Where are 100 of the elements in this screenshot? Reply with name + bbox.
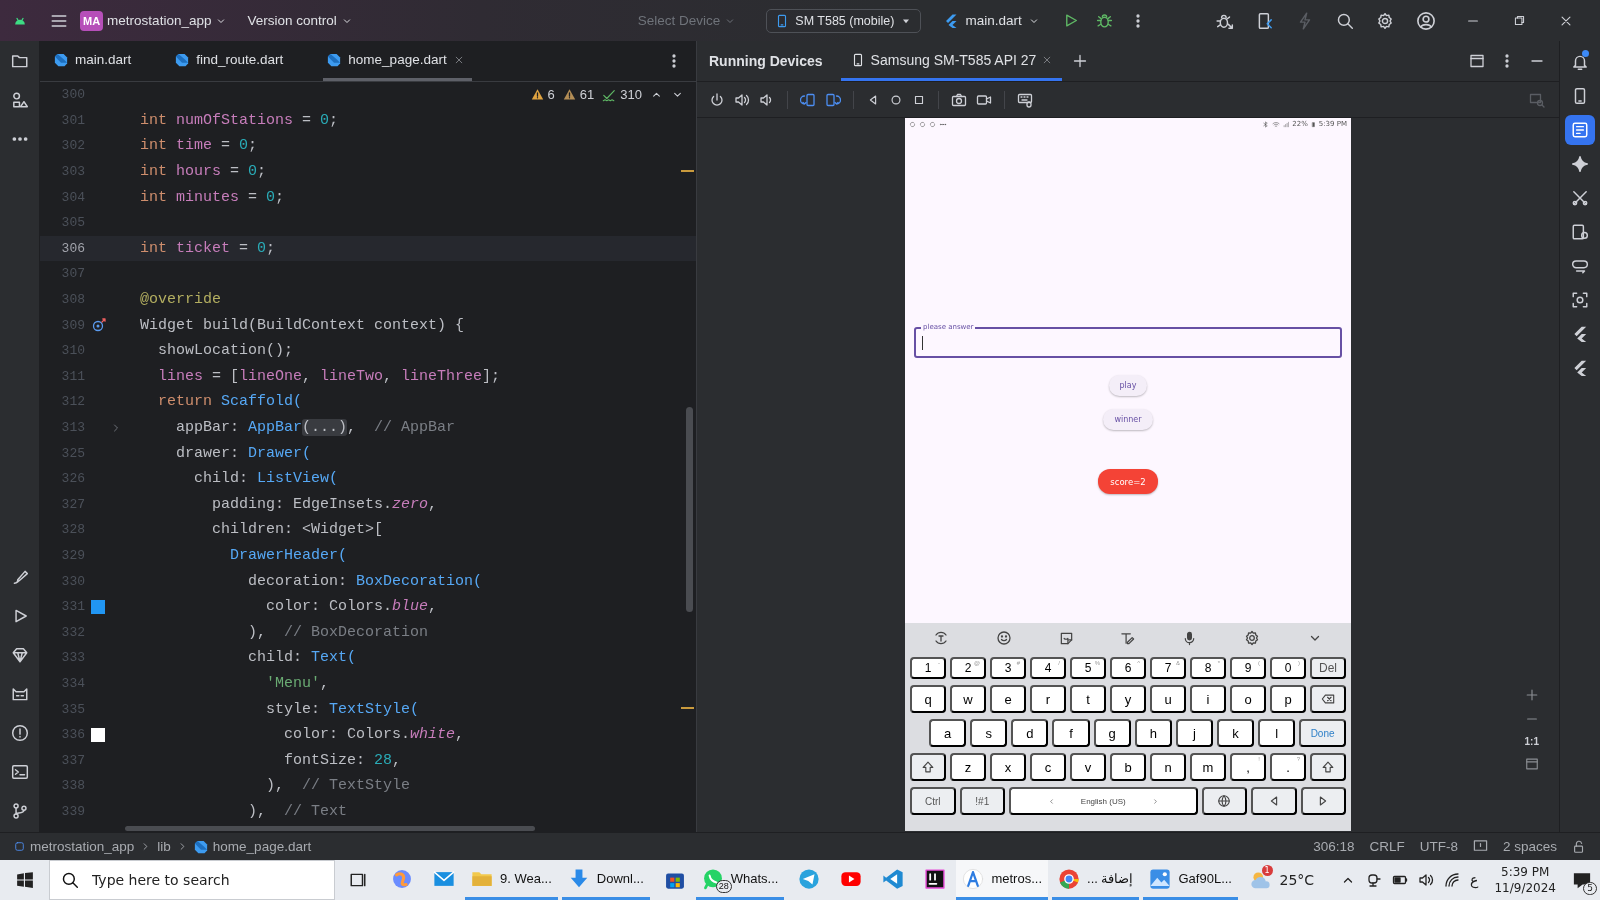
keyboard-key[interactable]: Ctrl <box>910 787 956 815</box>
wifi-icon[interactable] <box>1444 872 1461 888</box>
keyboard-key[interactable]: 4 $^{/}$ <box>1030 657 1066 679</box>
keyboard-key[interactable]: 8 $^{*}$ <box>1190 657 1226 679</box>
scrollbar-thumb[interactable] <box>686 407 693 612</box>
breadcrumb[interactable]: metrostation_app <box>30 839 135 854</box>
keyboard-key[interactable]: o <box>1230 685 1266 713</box>
search-field[interactable]: Type here to search <box>49 860 335 900</box>
account-icon[interactable] <box>1415 10 1436 31</box>
settings-icon[interactable] <box>1243 630 1260 646</box>
file-encoding[interactable]: UTF-8 <box>1419 839 1458 854</box>
keyboard-key[interactable]: x <box>990 753 1026 781</box>
speaker-icon[interactable] <box>1418 872 1435 888</box>
keyboard-key[interactable]: !#1 <box>959 787 1005 815</box>
keyboard-key[interactable] <box>1310 753 1346 781</box>
device-tab[interactable]: Samsung SM-T585 API 27 <box>840 41 1063 81</box>
folder-icon[interactable] <box>10 52 29 70</box>
keyboard-key[interactable]: Done <box>1299 719 1346 747</box>
keyboard-key[interactable]: 5 $^{%}$ <box>1070 657 1106 679</box>
keyboard-key[interactable] <box>1201 787 1248 815</box>
task-view-icon[interactable] <box>349 871 367 889</box>
webcam-icon[interactable] <box>1366 872 1383 888</box>
scrollbar-thumb[interactable] <box>125 826 535 831</box>
restore-icon[interactable] <box>1512 14 1526 27</box>
keyboard-key[interactable]: n <box>1150 753 1186 781</box>
keyboard-key[interactable]: 6 $^{^}$ <box>1110 657 1146 679</box>
app-button[interactable]: play <box>1108 375 1148 396</box>
keyboard-key[interactable]: . $^{?}$ <box>1270 753 1306 781</box>
device-dropdown[interactable]: SM T585 (mobile) <box>766 8 922 33</box>
space-key[interactable]: English (US) <box>1009 787 1198 815</box>
emoji-icon[interactable] <box>996 630 1013 646</box>
keyboard-icon[interactable] <box>1017 91 1033 108</box>
bug-icon[interactable] <box>1095 12 1113 29</box>
taskbar-button[interactable]: metros... <box>956 860 1049 900</box>
typo-count[interactable]: 310 <box>620 87 642 102</box>
keyboard-key[interactable]: f <box>1052 719 1090 747</box>
taskbar-button[interactable]: إضافة ... <box>1052 860 1140 900</box>
comment-icon[interactable] <box>1472 839 1488 854</box>
zoom-reset-button[interactable]: 1:1 <box>1524 736 1539 747</box>
keyboard-key[interactable]: q <box>910 685 946 713</box>
keyboard-key[interactable]: 7 $^{&}$ <box>1150 657 1186 679</box>
taskbar-button[interactable]: 9. Wea... <box>465 860 558 900</box>
taskbar-button[interactable]: Gaf90L... <box>1143 860 1238 900</box>
keyboard-key[interactable]: t <box>1070 685 1106 713</box>
indent-setting[interactable]: 2 spaces <box>1502 839 1557 854</box>
terminal-icon[interactable] <box>10 763 29 781</box>
keyboard-key[interactable]: 2 $^{@}$ <box>950 657 986 679</box>
keyboard-key[interactable] <box>910 753 946 781</box>
keyboard-key[interactable]: k <box>1217 719 1255 747</box>
app-button[interactable]: winner <box>1103 409 1153 430</box>
keyboard-key[interactable]: p <box>1270 685 1306 713</box>
temperature[interactable]: 25°C <box>1279 872 1315 888</box>
structure-icon[interactable] <box>10 91 29 109</box>
add-tab-icon[interactable] <box>1072 53 1089 69</box>
score-button[interactable]: score=2 <box>1098 469 1158 494</box>
keyboard-key[interactable]: w <box>950 685 986 713</box>
power-icon[interactable] <box>709 91 725 108</box>
keyboard-key[interactable]: j <box>1175 719 1213 747</box>
git-branch-icon[interactable] <box>10 802 29 820</box>
keyboard-key[interactable]: g <box>1093 719 1131 747</box>
fit-screen-icon[interactable] <box>1524 757 1539 771</box>
home-icon[interactable] <box>889 92 903 107</box>
keyboard-key[interactable]: a <box>929 719 967 747</box>
warning-marker[interactable] <box>681 170 694 172</box>
keyboard-key[interactable]: b <box>1110 753 1146 781</box>
file-tab[interactable]: home_page.dart <box>323 41 472 81</box>
search-icon[interactable] <box>1335 11 1354 30</box>
keyboard-key[interactable]: v <box>1070 753 1106 781</box>
input-language[interactable]: ع <box>1470 872 1479 888</box>
taskbar-button[interactable]: Downl... <box>561 860 650 900</box>
keyboard-key[interactable]: u <box>1150 685 1186 713</box>
keyboard-key[interactable]: 9 $^{(}$ <box>1230 657 1266 679</box>
notifications-icon[interactable] <box>1572 870 1592 890</box>
keyboard-key[interactable]: e <box>990 685 1026 713</box>
keyboard-key[interactable]: 1 $^{-}$ <box>910 657 946 679</box>
running-devices-icon[interactable] <box>1565 115 1595 145</box>
keyboard-key[interactable]: , $^{!}$ <box>1230 753 1266 781</box>
handwriting-icon[interactable] <box>1120 630 1136 646</box>
camera-icon[interactable] <box>951 91 967 108</box>
sticker-icon[interactable] <box>1058 630 1074 646</box>
rotate-left-icon[interactable] <box>800 91 816 108</box>
keyboard-key[interactable] <box>1300 787 1347 815</box>
keyboard-key[interactable]: c <box>1030 753 1066 781</box>
layout-icon[interactable] <box>1469 53 1485 69</box>
keyboard-key[interactable]: y <box>1110 685 1146 713</box>
keyboard-key[interactable]: Del <box>1310 657 1346 679</box>
clock[interactable]: 5:39 PM 11/9/2024 <box>1494 864 1556 896</box>
keyboard-key[interactable]: r <box>1030 685 1066 713</box>
keyboard-key[interactable] <box>1251 787 1297 815</box>
warning-count[interactable]: 6 <box>547 87 555 102</box>
keyboard-key[interactable]: i <box>1190 685 1226 713</box>
cursor-position[interactable]: 306:18 <box>1313 839 1355 854</box>
close-icon[interactable] <box>453 54 464 65</box>
weak-warning-count[interactable]: 61 <box>579 87 595 102</box>
keyboard-key[interactable]: d <box>1011 719 1049 747</box>
rotate-right-icon[interactable] <box>825 91 841 108</box>
keyboard-key[interactable]: z <box>950 753 986 781</box>
keyboard-key[interactable]: h <box>1134 719 1172 747</box>
project-name[interactable]: metrostation_app <box>107 13 212 28</box>
problems-icon[interactable] <box>10 724 29 742</box>
